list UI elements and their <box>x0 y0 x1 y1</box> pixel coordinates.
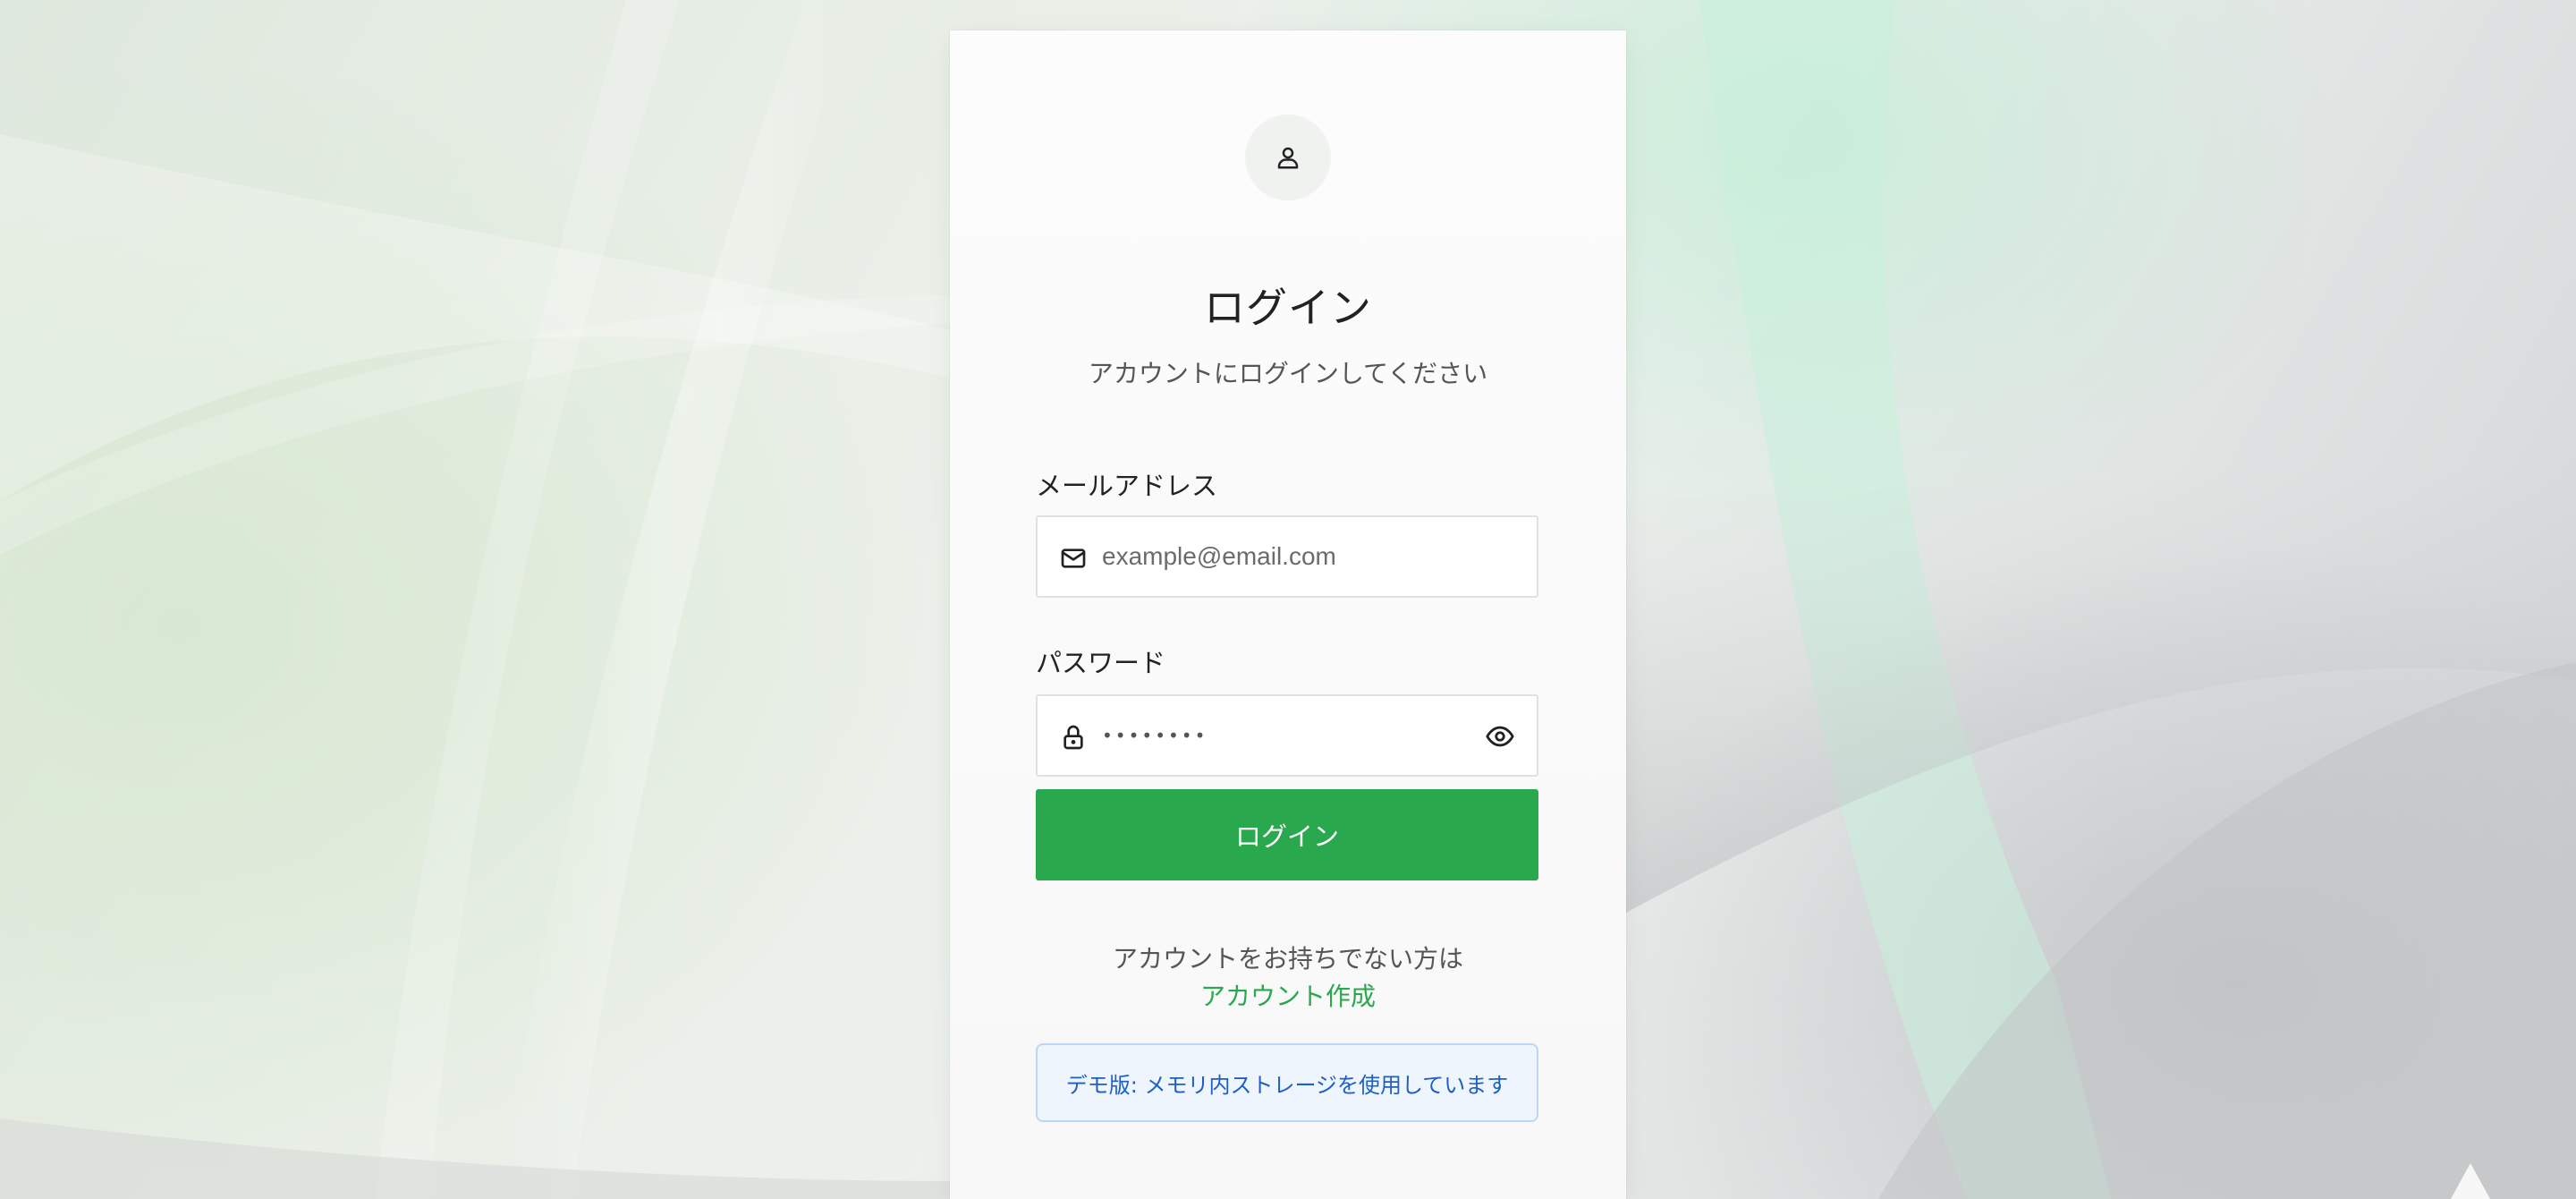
demo-notice-text: デモ版: メモリ内ストレージを使用しています <box>1065 1072 1509 1098</box>
demo-notice: デモ版: メモリ内ストレージを使用しています <box>1036 1043 1538 1122</box>
page-subtitle: アカウントにログインしてください <box>1088 359 1488 388</box>
lock-icon <box>1063 725 1083 750</box>
email-input[interactable] <box>1102 517 1496 596</box>
password-input[interactable]: •••••••• <box>1102 696 1208 775</box>
page-title: ログイン <box>1204 284 1372 332</box>
email-label: メールアドレス <box>1036 471 1218 501</box>
mail-icon <box>1061 548 1086 568</box>
user-avatar <box>1245 115 1331 200</box>
password-label: パスワード <box>1036 648 1166 678</box>
signup-prompt: アカウントをお持ちでない方は <box>1112 944 1463 974</box>
user-icon <box>1277 147 1299 169</box>
password-field-wrapper[interactable]: •••••••• <box>1036 694 1538 777</box>
login-card: ログイン アカウントにログインしてください メールアドレス パスワード ••••… <box>950 30 1626 1199</box>
email-field-wrapper <box>1036 515 1538 598</box>
create-account-link[interactable]: アカウント作成 <box>950 977 1626 1013</box>
eye-icon[interactable] <box>1485 721 1515 752</box>
login-button[interactable]: ログイン <box>1036 789 1538 880</box>
